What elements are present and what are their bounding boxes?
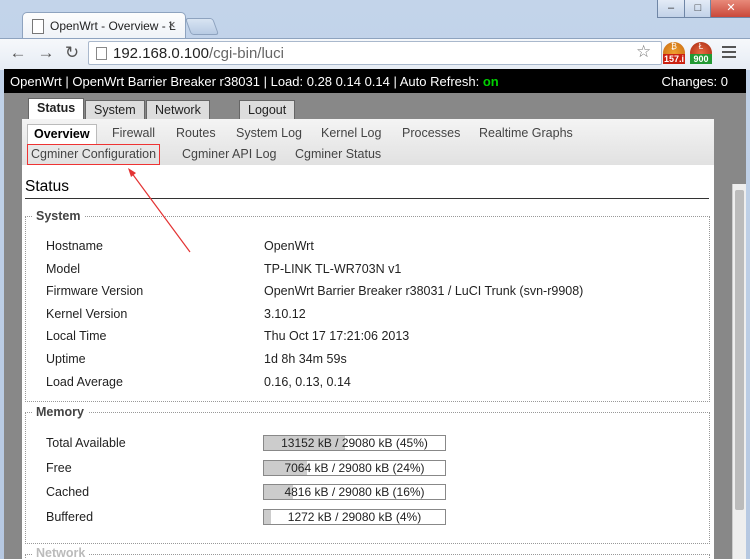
browser-window: OpenWrt - Overview - L × – □ ✕ ← → ↻ 192… [0,0,750,559]
annotation-arrow [128,168,191,253]
